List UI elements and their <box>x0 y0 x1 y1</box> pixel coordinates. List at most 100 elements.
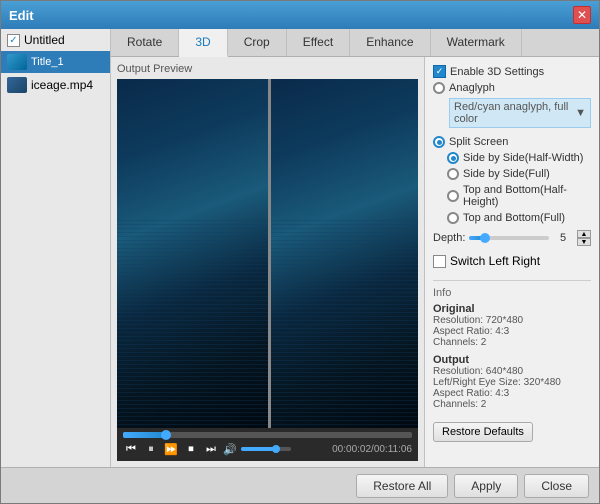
playback-controls: ⏮ ⏸ ⏩ ⏹ ⏭ 🔊 00:00:02/00:11:06 <box>123 441 412 457</box>
video-left <box>117 79 268 428</box>
restore-all-button[interactable]: Restore All <box>356 474 448 498</box>
apply-button[interactable]: Apply <box>454 474 518 498</box>
output-group: Output Resolution: 640*480 Left/Right Ey… <box>433 354 591 410</box>
enable-3d-checkbox[interactable] <box>433 65 446 78</box>
option-3-radio[interactable] <box>447 190 459 202</box>
anaglyph-dropdown[interactable]: Red/cyan anaglyph, full color ▼ <box>449 98 591 128</box>
enable-3d-row: Enable 3D Settings <box>433 65 591 78</box>
info-section: Info Original Resolution: 720*480 Aspect… <box>433 280 591 442</box>
video-right <box>268 79 419 428</box>
switch-checkbox[interactable] <box>433 255 446 268</box>
fast-forward-button[interactable]: ⏩ <box>163 441 179 457</box>
original-resolution: Resolution: 720*480 <box>433 315 591 326</box>
title-1-item[interactable]: Title_1 <box>1 51 110 73</box>
output-channels: Channels: 2 <box>433 399 591 410</box>
depth-label: Depth: <box>433 232 465 244</box>
tab-3d[interactable]: 3D <box>179 29 227 57</box>
title-1-label: Title_1 <box>31 56 64 68</box>
tab-crop[interactable]: Crop <box>228 29 287 56</box>
option-2-row: Side by Side(Full) <box>447 168 591 180</box>
title-bar: Edit ✕ <box>1 1 599 29</box>
depth-row: Depth: 5 ▲ ▼ <box>433 230 591 246</box>
pause-button[interactable]: ⏸ <box>143 441 159 457</box>
edit-window: Edit ✕ Untitled Title_1 iceage.mp4 Rotat… <box>0 0 600 504</box>
dropdown-label: Red/cyan anaglyph, full color <box>454 101 575 125</box>
output-aspect: Aspect Ratio: 4:3 <box>433 388 591 399</box>
info-header: Info <box>433 287 591 299</box>
iceage-item[interactable]: iceage.mp4 <box>1 73 110 97</box>
close-button[interactable]: ✕ <box>573 6 591 24</box>
option-4-row: Top and Bottom(Full) <box>447 212 591 224</box>
switch-label: Switch Left Right <box>450 254 540 268</box>
option-1-radio[interactable] <box>447 152 459 164</box>
volume-icon[interactable]: 🔊 <box>223 443 237 456</box>
option-2-label: Side by Side(Full) <box>463 168 550 180</box>
split-divider <box>268 79 271 428</box>
depth-up[interactable]: ▲ <box>577 230 591 238</box>
anaglyph-radio[interactable] <box>433 82 445 94</box>
volume-bar[interactable] <box>241 447 291 451</box>
dropdown-arrow: ▼ <box>575 107 586 119</box>
depth-down[interactable]: ▼ <box>577 238 591 246</box>
seek-fill <box>123 432 166 438</box>
option-3-label: Top and Bottom(Half-Height) <box>463 184 591 208</box>
content-area: Untitled Title_1 iceage.mp4 Rotate 3D Cr… <box>1 29 599 467</box>
edit-body: Output Preview <box>111 57 599 467</box>
enable-3d-label: Enable 3D Settings <box>450 66 544 78</box>
output-title: Output <box>433 354 591 366</box>
original-channels: Channels: 2 <box>433 337 591 348</box>
seek-bar[interactable] <box>123 432 412 438</box>
option-4-radio[interactable] <box>447 212 459 224</box>
depth-knob[interactable] <box>480 233 490 243</box>
go-end-button[interactable]: ⏭ <box>203 441 219 457</box>
option-3-row: Top and Bottom(Half-Height) <box>447 184 591 208</box>
split-screen-row: Split Screen <box>433 136 591 148</box>
wave-left <box>117 219 268 428</box>
left-panel: Untitled Title_1 iceage.mp4 <box>1 29 111 467</box>
close-dialog-button[interactable]: Close <box>524 474 589 498</box>
tab-rotate[interactable]: Rotate <box>111 29 179 56</box>
depth-value: 5 <box>553 232 573 244</box>
untitled-item: Untitled <box>1 29 110 51</box>
wave-right <box>268 219 419 428</box>
original-aspect: Aspect Ratio: 4:3 <box>433 326 591 337</box>
split-screen-label: Split Screen <box>449 136 508 148</box>
original-title: Original <box>433 303 591 315</box>
tab-bar: Rotate 3D Crop Effect Enhance Watermark <box>111 29 599 57</box>
original-group: Original Resolution: 720*480 Aspect Rati… <box>433 303 591 348</box>
volume-fill <box>241 447 276 451</box>
volume-knob[interactable] <box>272 445 280 453</box>
go-start-button[interactable]: ⏮ <box>123 441 139 457</box>
iceage-thumb <box>7 77 27 93</box>
tab-watermark[interactable]: Watermark <box>431 29 522 56</box>
stop-button[interactable]: ⏹ <box>183 441 199 457</box>
option-1-row: Side by Side(Half-Width) <box>447 152 591 164</box>
tab-enhance[interactable]: Enhance <box>350 29 430 56</box>
depth-slider[interactable] <box>469 236 549 240</box>
window-title: Edit <box>9 8 573 23</box>
tab-effect[interactable]: Effect <box>287 29 350 56</box>
depth-stepper: ▲ ▼ <box>577 230 591 246</box>
main-panel: Rotate 3D Crop Effect Enhance Watermark … <box>111 29 599 467</box>
untitled-label: Untitled <box>24 33 65 47</box>
controls-bar: ⏮ ⏸ ⏩ ⏹ ⏭ 🔊 00:00:02/00:11:06 <box>117 428 418 461</box>
video-preview <box>117 79 418 428</box>
seek-knob[interactable] <box>161 430 171 440</box>
title-1-thumb <box>7 54 27 70</box>
option-4-label: Top and Bottom(Full) <box>463 212 565 224</box>
anaglyph-label: Anaglyph <box>449 82 495 94</box>
split-screen-radio[interactable] <box>433 136 445 148</box>
iceage-label: iceage.mp4 <box>31 78 93 92</box>
output-eye-size: Left/Right Eye Size: 320*480 <box>433 377 591 388</box>
anaglyph-row: Anaglyph <box>433 82 591 94</box>
preview-label: Output Preview <box>117 63 418 75</box>
untitled-checkbox[interactable] <box>7 34 20 47</box>
output-resolution: Resolution: 640*480 <box>433 366 591 377</box>
option-2-radio[interactable] <box>447 168 459 180</box>
option-1-label: Side by Side(Half-Width) <box>463 152 583 164</box>
restore-defaults-button[interactable]: Restore Defaults <box>433 422 533 442</box>
time-display: 00:00:02/00:11:06 <box>332 444 412 455</box>
preview-area: Output Preview <box>111 57 424 467</box>
switch-row: Switch Left Right <box>433 254 591 268</box>
bottom-bar: Restore All Apply Close <box>1 467 599 503</box>
